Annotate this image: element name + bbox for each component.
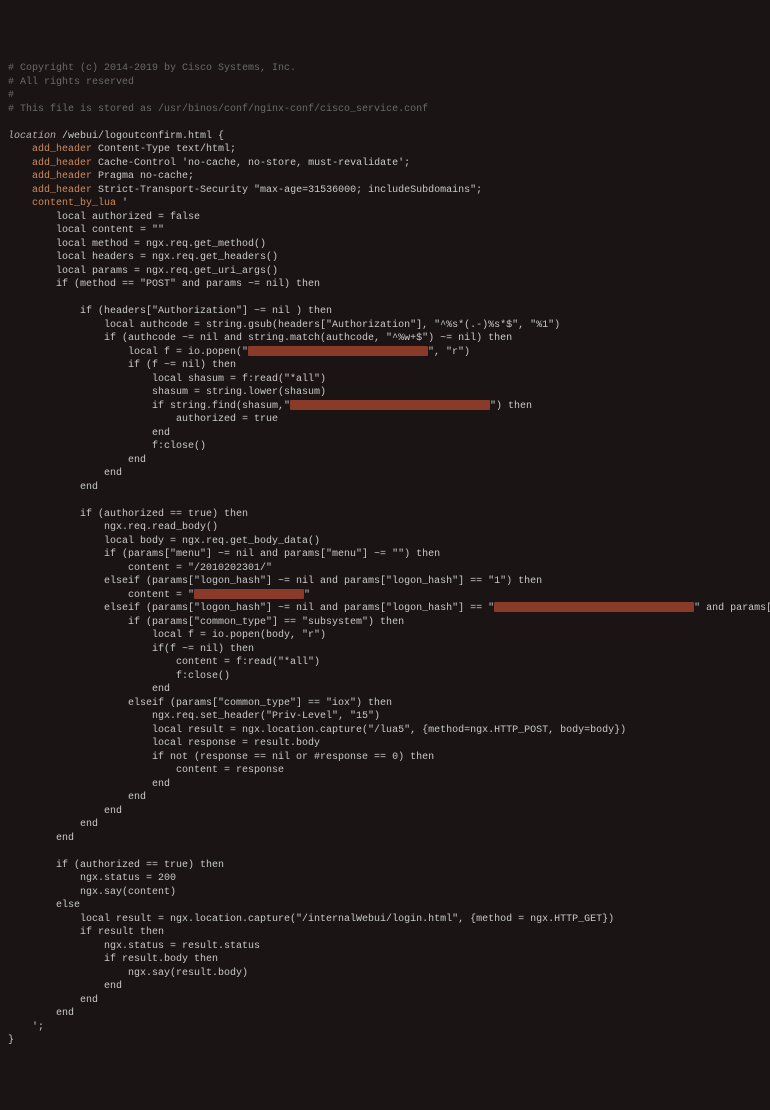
code-line: if(f ~= nil) then (8, 644, 254, 655)
nginx-location-keyword: location (8, 131, 56, 142)
code-line: end (8, 468, 122, 479)
code-line: content = response (8, 765, 284, 776)
code-line: if string.find(shasum," (8, 401, 290, 412)
header-value: Cache-Control 'no-cache, no-store, must-… (92, 158, 410, 169)
code-line: end (8, 428, 170, 439)
code-line: if (authorized == true) then (8, 509, 248, 520)
code-line: if (authcode ~= nil and string.match(aut… (8, 333, 512, 344)
add-header-directive: add_header (32, 171, 92, 182)
code-line: end (8, 1008, 74, 1019)
lua-open-quote: ' (116, 198, 128, 209)
code-line: elseif (params["logon_hash"] ~= nil and … (8, 603, 494, 614)
code-line: local body = ngx.req.get_body_data() (8, 536, 320, 547)
add-header-directive: add_header (32, 158, 92, 169)
code-line: local f = io.popen(" (8, 347, 248, 358)
code-line: end (8, 806, 122, 817)
code-line: if not (response == nil or #response == … (8, 752, 434, 763)
code-line: local shasum = f:read("*all") (8, 374, 326, 385)
code-line: end (8, 792, 146, 803)
code-line: if (headers["Authorization"] ~= nil ) th… (8, 306, 332, 317)
code-line: '; (8, 1022, 44, 1033)
code-line: elseif (params["logon_hash"] ~= nil and … (8, 576, 542, 587)
content-by-lua-directive: content_by_lua (32, 198, 116, 209)
header-value: Content-Type text/html; (92, 144, 236, 155)
comment-line: # (8, 90, 14, 101)
header-value: Strict-Transport-Security "max-age=31536… (92, 185, 482, 196)
comment-line: # This file is stored as /usr/binos/conf… (8, 104, 428, 115)
code-line: end (8, 995, 98, 1006)
closing-brace: } (8, 1035, 14, 1046)
redaction-block (248, 346, 428, 356)
code-line: local f = io.popen(body, "r") (8, 630, 326, 641)
code-line: if result.body then (8, 954, 218, 965)
code-line: ngx.status = result.status (8, 941, 260, 952)
add-header-directive: add_header (32, 185, 92, 196)
header-value: Pragma no-cache; (92, 171, 194, 182)
code-line: ngx.status = 200 (8, 873, 176, 884)
comment-line: # All rights reserved (8, 77, 134, 88)
code-line: local method = ngx.req.get_method() (8, 239, 266, 250)
code-line: f:close() (8, 441, 206, 452)
code-line: end (8, 779, 170, 790)
code-line: ") then (490, 401, 532, 412)
code-line: end (8, 482, 98, 493)
code-line: content = "/2010202301/" (8, 563, 272, 574)
code-line: end (8, 819, 98, 830)
code-line: ngx.say(result.body) (8, 968, 248, 979)
code-line: ngx.req.read_body() (8, 522, 218, 533)
code-line: end (8, 981, 122, 992)
code-line: local result = ngx.location.capture("/in… (8, 914, 614, 925)
code-line: if (f ~= nil) then (8, 360, 236, 371)
location-path: /webui/logoutconfirm.html { (56, 131, 224, 142)
code-line: local headers = ngx.req.get_headers() (8, 252, 278, 263)
code-line: if result then (8, 927, 164, 938)
code-line: end (8, 833, 74, 844)
code-line: if (authorized == true) then (8, 860, 224, 871)
code-line: local authcode = string.gsub(headers["Au… (8, 320, 560, 331)
code-line: ngx.req.set_header("Priv-Level", "15") (8, 711, 380, 722)
code-line: content = " (8, 590, 194, 601)
comment-line: # Copyright (c) 2014-2019 by Cisco Syste… (8, 63, 296, 74)
redaction-block (290, 400, 490, 410)
code-line: elseif (params["common_type"] == "iox") … (8, 698, 392, 709)
code-line: local response = result.body (8, 738, 320, 749)
code-line: authorized = true (8, 414, 278, 425)
code-line: if (params["common_type"] == "subsystem"… (8, 617, 404, 628)
code-line: f:close() (8, 671, 230, 682)
code-line: local content = "" (8, 225, 164, 236)
code-line: else (8, 900, 80, 911)
code-line: local result = ngx.location.capture("/lu… (8, 725, 626, 736)
code-line: ", "r") (428, 347, 470, 358)
code-line: ngx.say(content) (8, 887, 176, 898)
code-line: local authorized = false (8, 212, 200, 223)
code-line: shasum = string.lower(shasum) (8, 387, 326, 398)
add-header-directive: add_header (32, 144, 92, 155)
code-line: " (304, 590, 310, 601)
redaction-block (194, 589, 304, 599)
code-line: if (params["menu"] ~= nil and params["me… (8, 549, 440, 560)
code-line: end (8, 455, 146, 466)
code-line: local params = ngx.req.get_uri_args() (8, 266, 278, 277)
code-line: end (8, 684, 170, 695)
code-line: " and params["common_type"] ~= nil) then (694, 603, 770, 614)
redaction-block (494, 602, 694, 612)
code-line: if (method == "POST" and params ~= nil) … (8, 279, 320, 290)
code-line: content = f:read("*all") (8, 657, 320, 668)
